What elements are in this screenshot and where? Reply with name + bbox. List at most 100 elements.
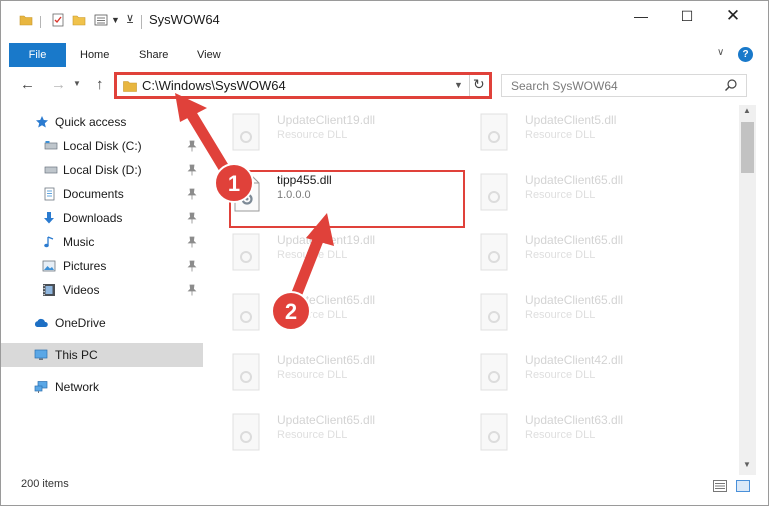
sidebar-item-pictures[interactable]: Pictures xyxy=(1,254,203,278)
details-view-icon[interactable] xyxy=(713,480,727,492)
dll-file-icon xyxy=(232,233,260,271)
folder-icon xyxy=(123,81,137,92)
pin-icon[interactable] xyxy=(187,284,197,296)
star-icon xyxy=(36,116,48,128)
file-item[interactable]: UpdateClient5.dll Resource DLL xyxy=(471,107,701,159)
file-name: UpdateClient65.dll xyxy=(277,293,376,307)
scroll-thumb[interactable] xyxy=(741,122,754,173)
tab-file[interactable]: File xyxy=(9,43,66,67)
file-name: UpdateClient19.dll xyxy=(277,233,376,247)
expand-ribbon-icon[interactable]: ∨ xyxy=(717,47,724,58)
scroll-up-icon[interactable]: ▲ xyxy=(743,106,751,115)
sidebar-item-label: Pictures xyxy=(63,259,107,273)
file-item[interactable]: UpdateClient19.dll Resource DLL xyxy=(223,107,453,159)
sidebar-item-local-disk-c[interactable]: Local Disk (C:) xyxy=(1,134,203,158)
sidebar-item-label: Quick access xyxy=(55,115,127,129)
explorer-window: ▼ ⊻ SysWOW64 — ☐ ✕ File Home Share View … xyxy=(0,0,769,506)
file-item[interactable]: UpdateClient42.dll Resource DLL xyxy=(471,347,701,399)
view-layout-icon[interactable] xyxy=(94,13,108,27)
tab-share[interactable]: Share xyxy=(139,43,168,67)
address-path[interactable]: C:\Windows\SysWOW64 xyxy=(142,78,286,93)
dll-file-icon xyxy=(480,353,508,391)
title-divider xyxy=(141,15,142,29)
customize-toolbar-icon[interactable]: ⊻ xyxy=(126,13,134,26)
tab-view[interactable]: View xyxy=(197,43,221,67)
file-item[interactable]: UpdateClient63.dll Resource DLL xyxy=(471,407,701,459)
dll-file-icon xyxy=(480,293,508,331)
file-item[interactable]: UpdateClient65.dll Resource DLL xyxy=(471,167,701,219)
file-description: Resource DLL xyxy=(277,429,348,441)
download-icon xyxy=(44,212,54,224)
search-input[interactable]: Search SysWOW64 xyxy=(501,74,747,97)
sidebar-item-this-pc[interactable]: This PC xyxy=(1,343,203,367)
pin-icon[interactable] xyxy=(187,212,197,224)
vertical-scrollbar[interactable]: ▲ ▼ xyxy=(739,105,756,475)
back-arrow-icon[interactable]: ← xyxy=(20,76,35,93)
sidebar-item-videos[interactable]: Videos xyxy=(1,278,203,302)
file-item[interactable]: UpdateClient19.dll Resource DLL xyxy=(223,227,453,279)
file-item[interactable]: UpdateClient65.dll Resource DLL xyxy=(223,287,453,339)
item-count: 200 items xyxy=(21,478,69,490)
file-item[interactable]: UpdateClient65.dll Resource DLL xyxy=(471,287,701,339)
minimize-button[interactable]: — xyxy=(618,1,664,33)
sidebar-item-local-disk-d[interactable]: Local Disk (D:) xyxy=(1,158,203,182)
pin-icon[interactable] xyxy=(187,164,197,176)
file-description: Resource DLL xyxy=(525,249,596,261)
sidebar-item-downloads[interactable]: Downloads xyxy=(1,206,203,230)
properties-icon[interactable] xyxy=(51,13,65,27)
file-item[interactable]: UpdateClient65.dll Resource DLL xyxy=(471,227,701,279)
file-description: Resource DLL xyxy=(277,369,348,381)
file-name: UpdateClient63.dll xyxy=(525,413,624,427)
dll-file-icon xyxy=(480,233,508,271)
sidebar-item-network[interactable]: Network xyxy=(1,375,203,399)
file-description: Resource DLL xyxy=(525,369,596,381)
pin-icon[interactable] xyxy=(187,236,197,248)
highlight-frame xyxy=(229,170,465,228)
folder-icon[interactable] xyxy=(19,13,33,27)
sidebar-item-label: Documents xyxy=(63,187,124,201)
file-description: Resource DLL xyxy=(277,129,348,141)
file-name: UpdateClient65.dll xyxy=(525,293,624,307)
tiles-view-icon[interactable] xyxy=(736,480,750,492)
maximize-button[interactable]: ☐ xyxy=(664,1,710,33)
file-item[interactable]: UpdateClient65.dll Resource DLL xyxy=(223,407,453,459)
new-folder-icon[interactable] xyxy=(72,13,86,27)
monitor-icon xyxy=(34,349,48,360)
recent-locations-icon[interactable]: ▼ xyxy=(73,79,81,88)
chevron-down-icon[interactable]: ▼ xyxy=(454,80,463,90)
address-bar[interactable]: C:\Windows\SysWOW64 ▼ ↻ xyxy=(114,72,492,99)
search-icon[interactable] xyxy=(724,78,738,92)
dll-file-icon xyxy=(480,413,508,451)
address-divider xyxy=(469,75,470,96)
pin-icon[interactable] xyxy=(187,260,197,272)
close-button[interactable]: ✕ xyxy=(710,1,756,33)
file-name: UpdateClient65.dll xyxy=(277,413,376,427)
sidebar-item-documents[interactable]: Documents xyxy=(1,182,203,206)
address-row: ← → ▼ ↑ C:\Windows\SysWOW64 ▼ ↻ Search S… xyxy=(1,71,768,101)
refresh-icon[interactable]: ↻ xyxy=(473,76,485,93)
up-arrow-icon[interactable]: ↑ xyxy=(96,76,104,93)
sidebar-item-quick-access[interactable]: Quick access xyxy=(1,110,203,134)
sidebar-item-onedrive[interactable]: OneDrive xyxy=(1,311,203,335)
sidebar-item-label: Downloads xyxy=(63,211,123,225)
help-icon[interactable]: ? xyxy=(738,47,753,62)
videos-icon xyxy=(43,284,55,296)
file-item[interactable]: UpdateClient65.dll Resource DLL xyxy=(223,347,453,399)
sidebar-item-label: Network xyxy=(55,380,100,394)
dll-file-icon xyxy=(232,293,260,331)
sidebar-item-label: Local Disk (C:) xyxy=(63,139,142,153)
status-bar: 200 items xyxy=(1,475,768,505)
pictures-icon xyxy=(42,260,56,272)
sidebar-item-music[interactable]: Music xyxy=(1,230,203,254)
drive-icon xyxy=(44,166,58,174)
pin-icon[interactable] xyxy=(187,140,197,152)
tab-home[interactable]: Home xyxy=(80,43,109,67)
file-name: UpdateClient5.dll xyxy=(525,113,617,127)
file-description: Resource DLL xyxy=(277,309,348,321)
file-description: Resource DLL xyxy=(525,129,596,141)
chevron-down-icon[interactable]: ▼ xyxy=(111,15,120,25)
scroll-down-icon[interactable]: ▼ xyxy=(743,460,751,469)
forward-arrow-icon[interactable]: → xyxy=(51,76,66,93)
pin-icon[interactable] xyxy=(187,188,197,200)
navigation-pane: Quick access Local Disk (C:) Local Disk … xyxy=(1,105,203,475)
